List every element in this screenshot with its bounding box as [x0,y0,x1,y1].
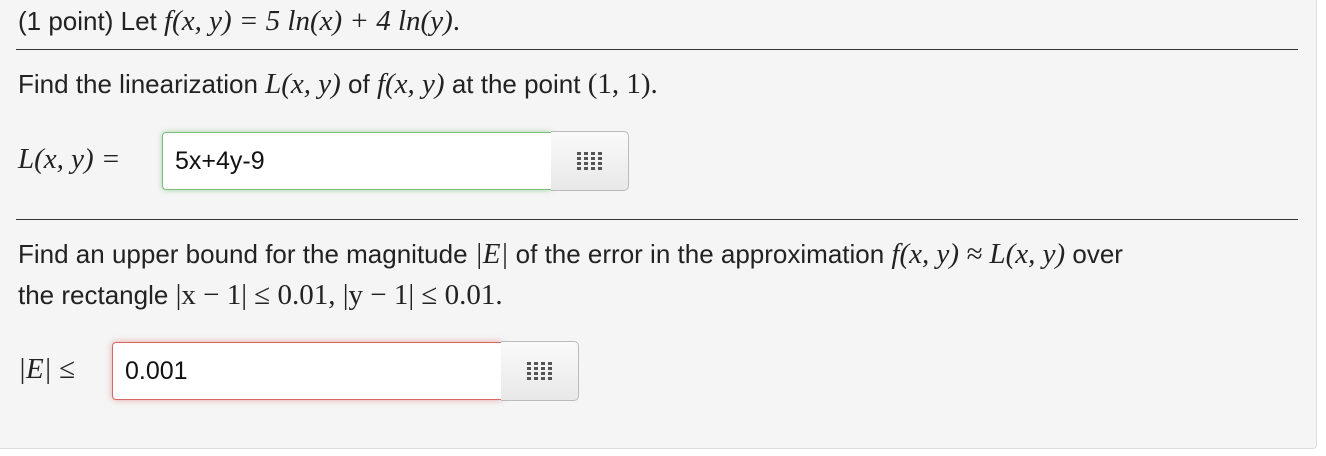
error-symbol: |E| [474,238,509,270]
point-value: (1, 1) [587,68,651,100]
equation-palette-icon [576,152,602,170]
part1-prompt: Find the linearization L(x, y) of f(x, y… [18,67,658,101]
part2-prompt-line1: Find an upper bound for the magnitude |E… [18,237,1123,271]
part1-equation-palette-button[interactable] [551,131,629,191]
error-bound-answer-input[interactable]: 0.001 [112,342,502,400]
divider-top [16,49,1298,50]
function-symbol: f(x, y) [376,68,445,100]
part2-prompt-line2: the rectangle |x − 1| ≤ 0.01, |y − 1| ≤ … [18,278,503,312]
function-definition: f(x, y) = 5 ln(x) + 4 ln(y) [163,5,453,37]
linearization-symbol: L(x, y) [265,68,341,100]
part2-prompt-text-2: of the error in the approximation [508,239,892,269]
part2-prompt-text-3: over [1065,239,1123,269]
header-period: . [452,5,460,37]
part2-period: . [495,279,503,311]
linearization-answer-input[interactable]: 5x+4y-9 [162,132,552,190]
part2-answer-label: |E| ≤ [18,353,75,385]
rectangle-condition: |x − 1| ≤ 0.01, |y − 1| ≤ 0.01 [175,279,496,311]
divider-middle [16,219,1298,220]
approximation-expression: f(x, y) ≈ L(x, y) [891,238,1066,270]
part1-prompt-text-3: at the point [444,69,588,99]
header-intro: (1 point) Let [18,6,164,36]
part1-prompt-text: Find the linearization [18,69,266,99]
part2-prompt-text: Find an upper bound for the magnitude [18,239,475,269]
part1-prompt-text-2: of [340,69,377,99]
part1-period: . [650,68,658,100]
part2-equation-palette-button[interactable] [501,341,579,401]
part2-prompt-text-4: the rectangle [18,280,176,310]
equation-palette-icon [526,362,552,380]
problem-header: (1 point) Let f(x, y) = 5 ln(x) + 4 ln(y… [18,4,460,38]
problem-panel: (1 point) Let f(x, y) = 5 ln(x) + 4 ln(y… [0,0,1317,449]
part1-answer-label: L(x, y) = [18,143,121,175]
